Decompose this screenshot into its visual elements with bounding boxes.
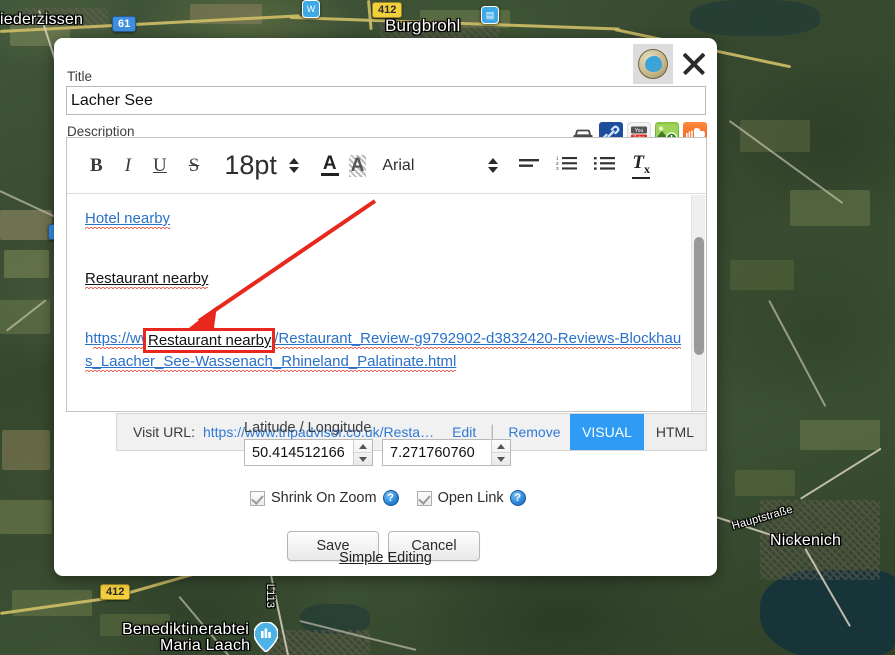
close-icon[interactable] — [677, 47, 711, 81]
title-label: Title — [67, 69, 93, 84]
latitude-stepper-up[interactable] — [354, 440, 372, 453]
latitude-input[interactable] — [245, 440, 353, 465]
font-family-value[interactable]: Arial — [382, 157, 414, 175]
longitude-stepper-down[interactable] — [492, 453, 510, 465]
longitude-stepper-up[interactable] — [492, 440, 510, 453]
route-shield-412[interactable]: 412 — [100, 584, 131, 600]
edit-place-dialog: Title Description — [54, 38, 717, 576]
dialog-header-icons — [633, 44, 711, 84]
align-icon[interactable] — [518, 156, 540, 175]
annotation-highlight-box: Restaurant nearby — [143, 328, 275, 353]
field-patch — [0, 500, 52, 534]
svg-text:You: You — [635, 128, 644, 134]
screen: iederzissen Burgbrohl Benediktinerabtei … — [0, 0, 895, 655]
font-family-stepper[interactable] — [486, 153, 500, 179]
font-size-value[interactable]: 18pt — [224, 150, 277, 181]
clear-formatting-icon[interactable]: Tx — [632, 152, 650, 179]
tab-html[interactable]: HTML — [643, 414, 706, 450]
annotation-box-text: Restaurant nearby — [148, 332, 272, 349]
restaurant-nearby-text[interactable]: Restaurant nearby — [85, 270, 209, 290]
hotel-nearby-link[interactable]: Hotel nearby — [85, 210, 171, 230]
highlight-color-icon[interactable]: A — [348, 154, 367, 177]
map-label-maria-laach: Maria Laach — [160, 637, 251, 654]
shrink-on-zoom-checkbox[interactable] — [250, 490, 265, 506]
strikethrough-button[interactable]: S — [178, 149, 211, 183]
longitude-field[interactable] — [382, 439, 511, 466]
shrink-on-zoom-label: Shrink On Zoom — [271, 490, 377, 506]
open-link-label: Open Link — [437, 490, 504, 506]
field-patch — [735, 470, 795, 496]
field-patch — [790, 190, 870, 226]
editor-link-hotel[interactable]: Hotel nearby — [85, 210, 688, 227]
editor-toolbar: B I U S 18pt A A Arial 1 2 3 Tx — [67, 138, 706, 194]
route-shield-61[interactable]: 61 — [112, 16, 137, 32]
latlng-row — [244, 439, 511, 466]
editor-content-area[interactable]: Hotel nearby Restaurant nearby https://w… — [67, 194, 706, 411]
underline-button[interactable]: U — [142, 149, 178, 183]
map-label-l113: L113 — [264, 583, 277, 609]
editor-scrollbar[interactable] — [691, 195, 705, 411]
tab-visual[interactable]: VISUAL — [570, 414, 644, 450]
bold-button[interactable]: B — [79, 149, 114, 183]
editor-mode-tabs: VISUAL HTML — [570, 414, 706, 450]
description-editor: B I U S 18pt A A Arial 1 2 3 Tx Hotel ne… — [66, 137, 707, 412]
svg-text:3: 3 — [556, 166, 559, 171]
longitude-stepper[interactable] — [491, 440, 510, 465]
field-patch — [4, 250, 49, 278]
latitude-stepper-down[interactable] — [354, 453, 372, 465]
viewpoint-icon[interactable]: W — [302, 0, 320, 18]
latitude-stepper[interactable] — [353, 440, 372, 465]
unordered-list-icon[interactable] — [594, 155, 616, 176]
edit-link-button[interactable]: Edit — [452, 424, 476, 440]
field-patch — [730, 260, 794, 290]
remove-link-button[interactable]: Remove — [508, 424, 560, 440]
road-minor — [800, 447, 882, 500]
field-patch — [2, 430, 50, 470]
latlng-label: Latitude / Longitude — [244, 420, 372, 436]
lake-water — [690, 0, 820, 36]
visit-url-label: Visit URL: — [133, 424, 195, 440]
latitude-field[interactable] — [244, 439, 373, 466]
open-link-checkbox[interactable] — [416, 490, 432, 506]
shrink-on-zoom-help-icon[interactable]: ? — [382, 490, 399, 506]
transit-station-icon[interactable]: ▤ — [481, 6, 499, 24]
landmark-pin-icon[interactable] — [253, 621, 279, 654]
map-label-niederzissen: iederzissen — [0, 11, 84, 28]
options-row: Shrink On Zoom ? Open Link ? — [250, 490, 526, 506]
map-label-burgbrohl: Burgbrohl — [385, 16, 461, 35]
option-shrink-on-zoom[interactable]: Shrink On Zoom ? — [250, 490, 399, 506]
road-minor — [768, 300, 827, 407]
editor-scrollbar-thumb[interactable] — [694, 237, 704, 355]
text-color-icon[interactable]: A — [320, 154, 339, 176]
clear-format-glyph: T — [632, 152, 644, 174]
marker-circle — [638, 49, 668, 79]
lake-water — [760, 570, 895, 655]
map-label-nickenich: Nickenich — [770, 532, 842, 549]
option-open-link[interactable]: Open Link ? — [416, 490, 526, 506]
font-size-stepper[interactable] — [287, 153, 301, 179]
field-patch — [0, 210, 52, 240]
place-marker-icon[interactable] — [633, 44, 673, 84]
italic-button[interactable]: I — [114, 149, 142, 183]
title-input[interactable] — [66, 86, 706, 115]
route-shield-412[interactable]: 412 — [372, 2, 403, 18]
longitude-input[interactable] — [383, 440, 491, 465]
editor-text-restaurant[interactable]: Restaurant nearby — [85, 270, 688, 287]
ordered-list-icon[interactable]: 1 2 3 — [556, 155, 578, 176]
simple-editing-link[interactable]: Simple Editing — [54, 550, 717, 566]
field-patch — [800, 420, 880, 450]
marker-blob — [644, 56, 662, 72]
open-link-help-icon[interactable]: ? — [509, 490, 526, 506]
